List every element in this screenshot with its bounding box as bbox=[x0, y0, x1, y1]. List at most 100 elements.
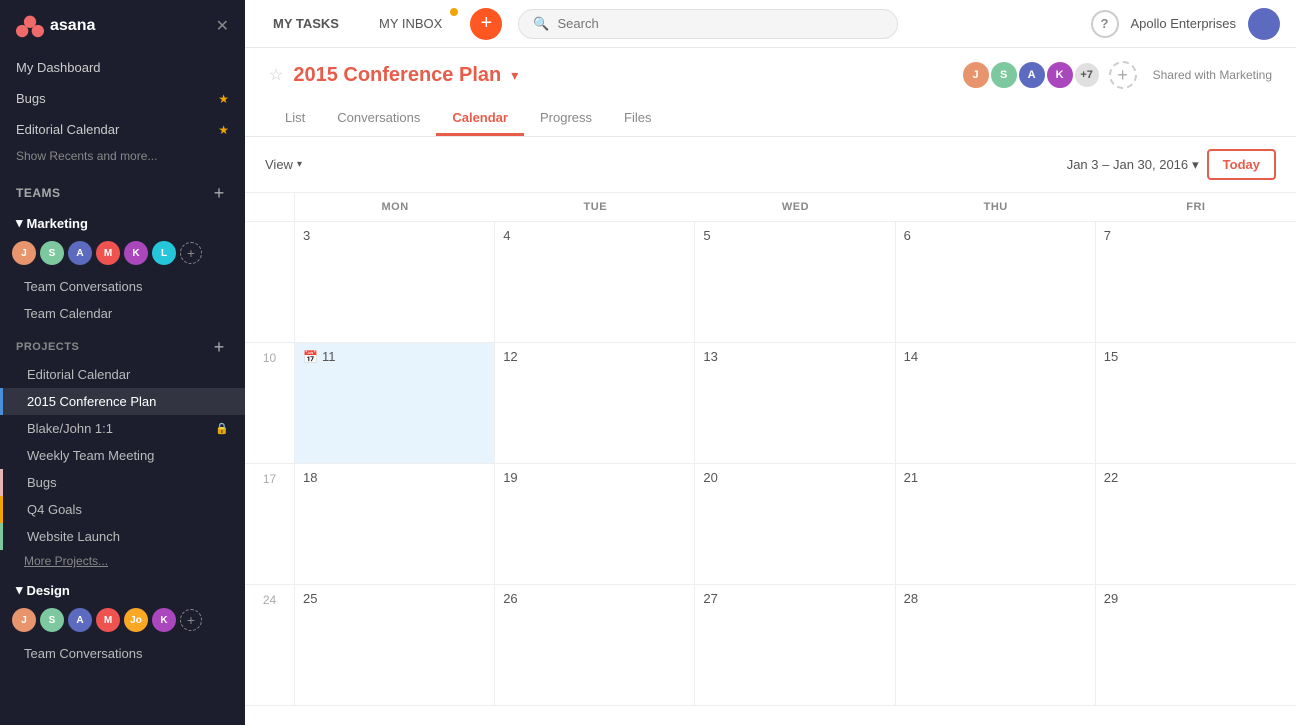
cal-day-21[interactable]: 21 bbox=[896, 464, 1096, 584]
week-num-header bbox=[245, 193, 295, 221]
sidebar-item-editorial-label: Editorial Calendar bbox=[16, 122, 119, 137]
add-member-button[interactable]: + bbox=[180, 609, 202, 631]
sidebar-item-bugs[interactable]: Bugs bbox=[0, 469, 245, 496]
cal-day-28[interactable]: 28 bbox=[896, 585, 1096, 705]
date-range-selector[interactable]: Jan 3 – Jan 30, 2016 ▾ bbox=[1067, 157, 1199, 173]
sidebar-item-editorial-calendar[interactable]: Editorial Calendar bbox=[0, 361, 245, 388]
avatar: A bbox=[68, 241, 92, 265]
project-dropdown-icon[interactable]: ▾ bbox=[511, 67, 518, 84]
search-input[interactable] bbox=[558, 16, 884, 31]
cal-day-25[interactable]: 25 bbox=[295, 585, 495, 705]
avatar: K bbox=[124, 241, 148, 265]
cal-day-4[interactable]: 4 bbox=[495, 222, 695, 342]
avatar: A bbox=[68, 608, 92, 632]
main-content: MY TASKS MY INBOX + 🔍 ? Apollo Enterpris… bbox=[245, 0, 1296, 725]
more-projects-link[interactable]: More Projects... bbox=[0, 550, 245, 576]
cal-day-11[interactable]: 📅 11 bbox=[295, 343, 495, 463]
favorite-star-icon[interactable]: ☆ bbox=[269, 65, 283, 85]
team-design[interactable]: ▾ Design bbox=[0, 576, 245, 604]
tab-files[interactable]: Files bbox=[608, 102, 667, 136]
calendar-nav: Jan 3 – Jan 30, 2016 ▾ Today bbox=[1067, 149, 1276, 180]
sidebar-item-bugs[interactable]: Bugs ★ bbox=[0, 83, 245, 114]
cal-day-18[interactable]: 18 bbox=[295, 464, 495, 584]
cal-day-14[interactable]: 14 bbox=[896, 343, 1096, 463]
sidebar-item-dashboard[interactable]: My Dashboard bbox=[0, 52, 245, 83]
tab-list[interactable]: List bbox=[269, 102, 321, 136]
calendar-icon: 📅 bbox=[303, 350, 318, 364]
projects-label: PROJECTS bbox=[16, 341, 79, 353]
user-avatar[interactable] bbox=[1248, 8, 1280, 40]
avatar: Jo bbox=[124, 608, 148, 632]
sidebar-item-blake-john[interactable]: Blake/John 1:1 🔒 bbox=[0, 415, 245, 442]
sidebar-item-design-conversations[interactable]: Team Conversations bbox=[0, 640, 245, 667]
member-count-badge: +7 bbox=[1073, 61, 1101, 89]
caret-icon: ▾ bbox=[16, 215, 23, 231]
cal-day-7[interactable]: 7 bbox=[1096, 222, 1296, 342]
show-recents-link[interactable]: Show Recents and more... bbox=[0, 145, 245, 171]
week-num: 24 bbox=[245, 585, 295, 705]
tab-calendar[interactable]: Calendar bbox=[436, 102, 524, 136]
tab-progress[interactable]: Progress bbox=[524, 102, 608, 136]
cal-day-6[interactable]: 6 bbox=[896, 222, 1096, 342]
team-design-label: Design bbox=[27, 583, 70, 598]
inbox-notification-dot bbox=[450, 8, 458, 16]
calendar-grid: MON TUE WED THU FRI 3 4 5 6 7 10 📅 bbox=[245, 193, 1296, 725]
asana-logo[interactable]: asana bbox=[16, 12, 95, 40]
calendar-week-4: 24 25 26 27 28 29 bbox=[245, 585, 1296, 706]
cal-day-12[interactable]: 12 bbox=[495, 343, 695, 463]
avatar: J bbox=[12, 241, 36, 265]
cal-day-15[interactable]: 15 bbox=[1096, 343, 1296, 463]
cal-day-13[interactable]: 13 bbox=[695, 343, 895, 463]
project-members-area: J S A K +7 + Shared with Marketing bbox=[961, 60, 1272, 90]
cal-day-5[interactable]: 5 bbox=[695, 222, 895, 342]
project-name: 2015 Conference Plan bbox=[293, 64, 501, 87]
sidebar-item-website-launch[interactable]: Website Launch bbox=[0, 523, 245, 550]
thu-header: THU bbox=[896, 193, 1096, 221]
search-box: 🔍 bbox=[518, 9, 898, 39]
view-dropdown-button[interactable]: View ▾ bbox=[265, 157, 302, 172]
tab-conversations[interactable]: Conversations bbox=[321, 102, 436, 136]
project-header: ☆ 2015 Conference Plan ▾ J S A K +7 + Sh… bbox=[245, 48, 1296, 137]
today-button[interactable]: Today bbox=[1207, 149, 1276, 180]
add-project-button[interactable]: + bbox=[209, 337, 229, 357]
calendar-header-row: MON TUE WED THU FRI bbox=[245, 193, 1296, 222]
cal-day-22[interactable]: 22 bbox=[1096, 464, 1296, 584]
star-icon: ★ bbox=[218, 123, 229, 137]
sidebar-item-conference-plan[interactable]: 2015 Conference Plan bbox=[0, 388, 245, 415]
avatar: K bbox=[152, 608, 176, 632]
add-member-button[interactable]: + bbox=[180, 242, 202, 264]
sidebar-item-team-calendar[interactable]: Team Calendar bbox=[0, 300, 245, 327]
sidebar-item-q4-goals[interactable]: Q4 Goals bbox=[0, 496, 245, 523]
sidebar-item-weekly-meeting[interactable]: Weekly Team Meeting bbox=[0, 442, 245, 469]
add-task-button[interactable]: + bbox=[470, 8, 502, 40]
help-button[interactable]: ? bbox=[1091, 10, 1119, 38]
project-members: J S A K +7 + bbox=[961, 60, 1137, 90]
asana-logo-text: asana bbox=[50, 17, 95, 35]
cal-day-27[interactable]: 27 bbox=[695, 585, 895, 705]
project-title-row: ☆ 2015 Conference Plan ▾ J S A K +7 + Sh… bbox=[269, 60, 1272, 90]
sidebar-item-team-conversations[interactable]: Team Conversations bbox=[0, 273, 245, 300]
top-nav: MY TASKS MY INBOX + 🔍 ? Apollo Enterpris… bbox=[245, 0, 1296, 48]
cal-day-20[interactable]: 20 bbox=[695, 464, 895, 584]
team-marketing-avatars: J S A M K L + bbox=[0, 237, 245, 273]
cal-day-26[interactable]: 26 bbox=[495, 585, 695, 705]
close-icon[interactable]: ✕ bbox=[216, 16, 229, 36]
my-tasks-tab[interactable]: MY TASKS bbox=[261, 8, 351, 39]
add-member-button[interactable]: + bbox=[1109, 61, 1137, 89]
chevron-down-icon: ▾ bbox=[1192, 157, 1199, 173]
member-avatar: A bbox=[1017, 60, 1047, 90]
week-num: 17 bbox=[245, 464, 295, 584]
cal-day-19[interactable]: 19 bbox=[495, 464, 695, 584]
team-marketing[interactable]: ▾ Marketing bbox=[0, 209, 245, 237]
cal-day-29[interactable]: 29 bbox=[1096, 585, 1296, 705]
avatar: M bbox=[96, 608, 120, 632]
avatar: S bbox=[40, 608, 64, 632]
add-team-button[interactable]: + bbox=[209, 183, 229, 203]
sidebar-item-dashboard-label: My Dashboard bbox=[16, 60, 101, 75]
teams-label: Teams bbox=[16, 186, 61, 200]
cal-day-3[interactable]: 3 bbox=[295, 222, 495, 342]
sidebar: asana ✕ My Dashboard Bugs ★ Editorial Ca… bbox=[0, 0, 245, 725]
my-inbox-tab[interactable]: MY INBOX bbox=[367, 8, 454, 39]
member-avatar: S bbox=[989, 60, 1019, 90]
sidebar-item-editorial[interactable]: Editorial Calendar ★ bbox=[0, 114, 245, 145]
